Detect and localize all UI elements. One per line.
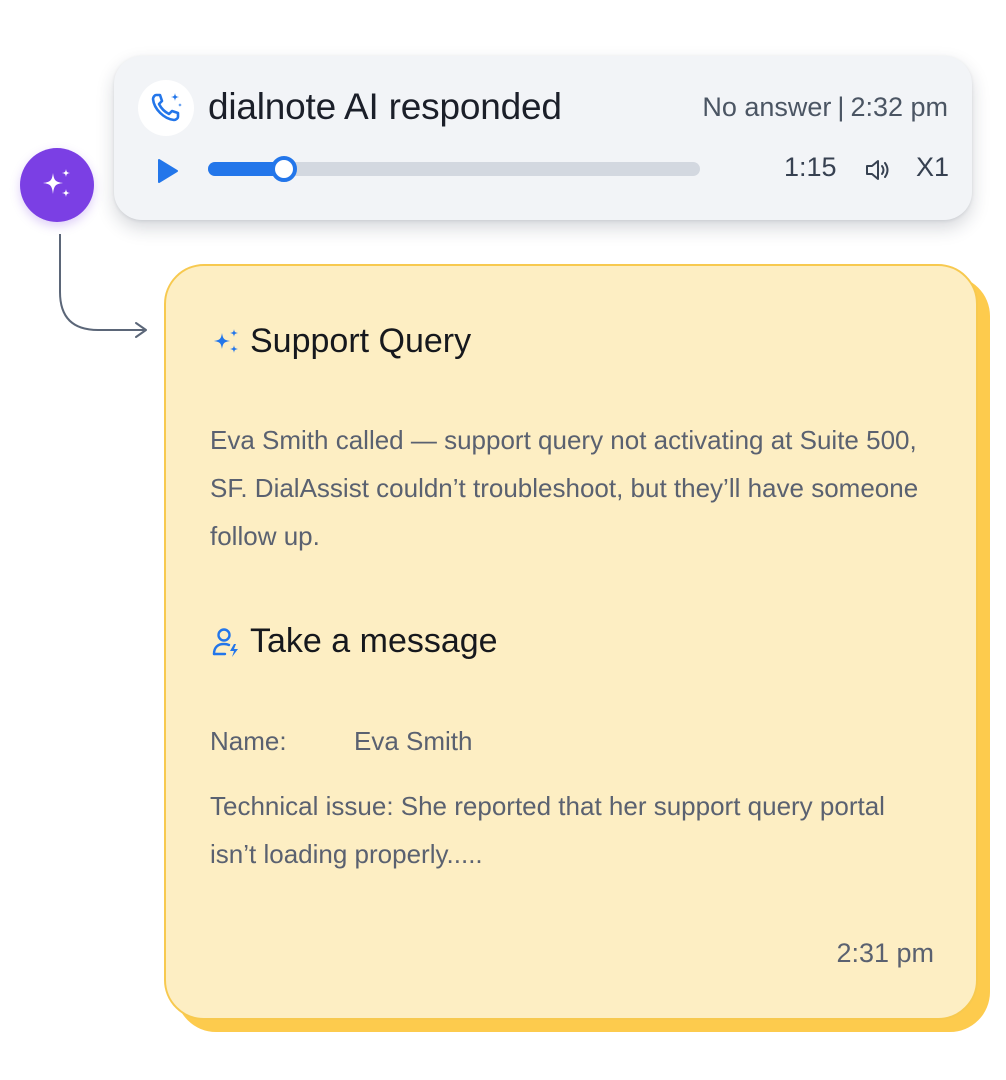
take-message-title: Take a message [250,622,498,660]
take-message-heading: Take a message [210,622,498,661]
sparkles-icon [43,169,70,197]
technical-issue-text: Technical issue: She reported that her s… [210,791,885,869]
phone-sparkle-icon [151,93,182,122]
call-title: dialnote AI responded [208,86,562,127]
audio-progress-handle[interactable] [271,156,298,182]
user-bolt-icon [210,626,242,658]
status-separator: | [837,92,845,122]
connector-arrow [59,234,147,338]
call-time: 2:32 pm [850,92,948,122]
call-summary-text: Eva Smith called — support query not act… [210,425,919,551]
support-query-heading: Support Query [210,322,471,361]
play-icon[interactable] [154,157,180,185]
name-label: Name: [210,726,287,756]
support-query-title: Support Query [250,322,472,360]
playback-speed-button[interactable]: X1 [916,152,949,183]
call-icon-badge [138,80,194,136]
sparkles-icon [210,326,242,358]
name-value: Eva Smith [354,726,473,756]
call-card: dialnote AI responded No answer | 2:32 pm … [114,56,972,220]
message-timestamp: 2:31 pm [836,938,934,968]
ai-avatar [20,148,94,222]
name-field: Name: Eva Smith [210,726,473,757]
call-status: No answer [702,92,832,122]
volume-icon[interactable] [864,157,892,183]
summary-card: Support Query Eva Smith called — support… [164,264,978,1020]
audio-duration: 1:15 [784,152,837,182]
call-status-line: No answer | 2:32 pm [702,92,948,123]
audio-progress-bar[interactable] [208,156,700,182]
